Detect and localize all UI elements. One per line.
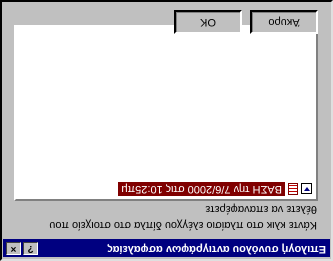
instructions-line-1: Κάντε κλικ στο πλαίσιο ελέγχου δίπλα στο… — [49, 219, 317, 231]
help-button[interactable]: ? — [23, 242, 38, 255]
instructions-line-2: θέλετε να επαναφέρετε — [205, 203, 317, 215]
close-button[interactable]: × — [6, 242, 21, 255]
dialog-title: Επιλογή συνόλου αντιγράφων ασφαλείας — [107, 243, 326, 255]
list-item[interactable]: ΒΑΣΗ την 7/6/2000 στις 10:25πμ — [14, 181, 314, 197]
ok-button[interactable]: OK — [174, 10, 242, 34]
database-icon — [288, 183, 298, 195]
backup-set-label[interactable]: ΒΑΣΗ την 7/6/2000 στις 10:25πμ — [118, 182, 285, 196]
title-bar[interactable]: Επιλογή συνόλου αντιγράφων ασφαλείας ? × — [3, 239, 330, 257]
backup-set-tree[interactable]: ΒΑΣΗ την 7/6/2000 στις 10:25πμ — [14, 25, 318, 201]
expand-icon[interactable] — [301, 183, 312, 195]
backup-set-dialog: Επιλογή συνόλου αντιγράφων ασφαλείας ? ×… — [0, 0, 333, 261]
cancel-button[interactable]: Άκυρο — [250, 10, 318, 34]
